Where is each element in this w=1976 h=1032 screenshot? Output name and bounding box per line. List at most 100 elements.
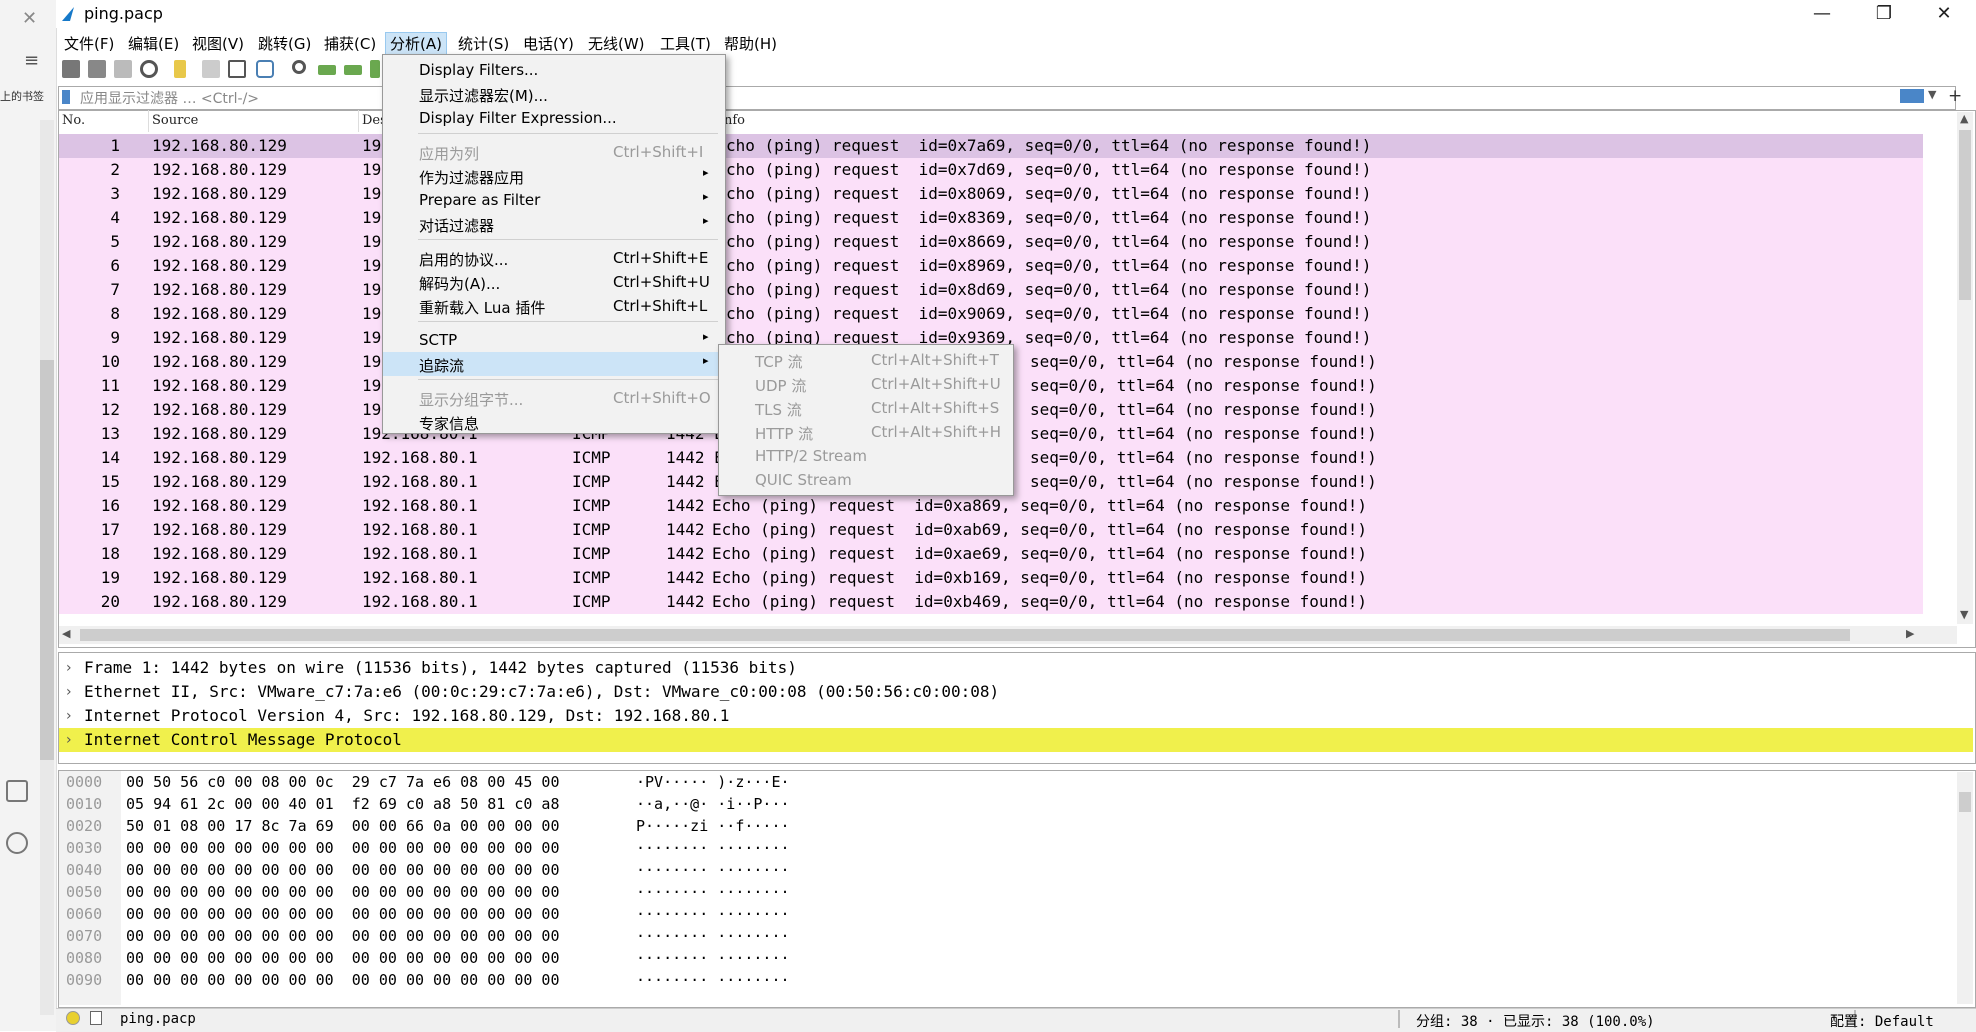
menu-item-prepare-as-filter[interactable]: Prepare as Filter ▸: [383, 188, 723, 212]
open-file-icon[interactable]: [174, 60, 186, 78]
bytes-hex[interactable]: 00 00 00 00 00 00 00 00 00 00 00 00 00 0…: [126, 905, 559, 923]
expand-chevron-icon[interactable]: ›: [66, 708, 72, 724]
close-icon[interactable]: ✕: [22, 8, 37, 29]
scroll-left-icon[interactable]: ◀: [62, 627, 70, 640]
restart-capture-icon[interactable]: [114, 60, 132, 78]
menu-item-filter-macros[interactable]: 显示过滤器宏(M)...: [383, 82, 723, 106]
menu-item-apply-as-filter[interactable]: 作为过滤器应用 ▸: [383, 164, 723, 188]
menu-item-conversation-filter[interactable]: 对话过滤器 ▸: [383, 212, 723, 236]
menu-item-apply-as-column[interactable]: 应用为列 Ctrl+Shift+I: [383, 140, 723, 164]
menu-tools[interactable]: 工具(T): [656, 33, 715, 55]
bytes-hex[interactable]: 00 00 00 00 00 00 00 00 00 00 00 00 00 0…: [126, 861, 559, 879]
add-filter-button-icon[interactable]: +: [1948, 86, 1962, 106]
submenu-item-udp-stream[interactable]: UDP 流 Ctrl+Alt+Shift+U: [719, 372, 1011, 396]
expand-chevron-icon[interactable]: ›: [66, 732, 72, 748]
menu-edit[interactable]: 编辑(E): [124, 33, 183, 55]
cell-no: 13: [100, 424, 120, 443]
bytes-vscroll-thumb[interactable]: [1959, 792, 1971, 812]
scroll-up-icon[interactable]: ▲: [1960, 112, 1968, 125]
start-capture-icon[interactable]: [62, 60, 80, 78]
bytes-hex[interactable]: 00 00 00 00 00 00 00 00 00 00 00 00 00 0…: [126, 883, 559, 901]
expand-chevron-icon[interactable]: ›: [66, 660, 72, 676]
status-profile[interactable]: 配置: Default: [1830, 1011, 1934, 1031]
scroll-down-icon[interactable]: ▼: [1960, 608, 1968, 621]
scroll-right-icon[interactable]: ▶: [1906, 627, 1914, 640]
capture-comment-icon[interactable]: [90, 1011, 102, 1025]
menu-icon[interactable]: ≡: [24, 50, 39, 71]
cell-protocol: ICMP: [572, 496, 611, 515]
menu-analyze[interactable]: 分析(A): [385, 32, 447, 56]
bytes-hex[interactable]: 05 94 61 2c 00 00 40 01 f2 69 c0 a8 50 8…: [126, 795, 559, 813]
detail-tree-label: Internet Protocol Version 4, Src: 192.16…: [84, 706, 730, 725]
left-scrollbar-thumb[interactable]: [40, 360, 54, 760]
column-header-info[interactable]: nfo: [724, 113, 745, 128]
reload-icon[interactable]: [256, 60, 274, 78]
menu-help[interactable]: 帮助(H): [720, 33, 781, 55]
menu-item-expert-info[interactable]: 专家信息: [383, 410, 723, 434]
expand-chevron-icon[interactable]: ›: [66, 684, 72, 700]
submenu-item-quic-stream[interactable]: QUIC Stream: [719, 468, 1011, 492]
menu-item-enabled-protocols[interactable]: 启用的协议... Ctrl+Shift+E: [383, 246, 723, 270]
menu-item-display-filters[interactable]: Display Filters...: [383, 58, 723, 82]
column-header-no[interactable]: No.: [62, 113, 85, 128]
find-packet-icon[interactable]: [292, 60, 306, 74]
qr-code-icon[interactable]: [6, 780, 28, 802]
bytes-ascii[interactable]: ········ ········: [636, 839, 790, 857]
menu-wireless[interactable]: 无线(W): [584, 33, 649, 55]
go-to-packet-icon[interactable]: [370, 60, 380, 78]
submenu-item-tls-stream[interactable]: TLS 流 Ctrl+Alt+Shift+S: [719, 396, 1011, 420]
bytes-hex[interactable]: 00 00 00 00 00 00 00 00 00 00 00 00 00 0…: [126, 949, 559, 967]
bookmark-filter-icon[interactable]: [62, 90, 70, 104]
bytes-ascii[interactable]: ········ ········: [636, 905, 790, 923]
submenu-item-label: HTTP 流: [755, 425, 814, 443]
filter-dropdown-icon[interactable]: ▼: [1928, 88, 1936, 101]
headset-icon[interactable]: [6, 832, 28, 854]
cell-source: 192.168.80.129: [152, 496, 287, 515]
menu-item-show-packet-bytes[interactable]: 显示分组字节... Ctrl+Shift+O: [383, 386, 723, 410]
bytes-hex[interactable]: 00 50 56 c0 00 08 00 0c 29 c7 7a e6 08 0…: [126, 773, 559, 791]
menu-capture[interactable]: 捕获(C): [320, 33, 380, 55]
minimize-button[interactable]: —: [1802, 2, 1842, 26]
bytes-ascii[interactable]: ········ ········: [636, 861, 790, 879]
bytes-hex[interactable]: 00 00 00 00 00 00 00 00 00 00 00 00 00 0…: [126, 927, 559, 945]
bytes-ascii[interactable]: ········ ········: [636, 883, 790, 901]
menu-item-decode-as[interactable]: 解码为(A)... Ctrl+Shift+U: [383, 270, 723, 294]
submenu-item-shortcut: Ctrl+Alt+Shift+U: [871, 375, 1001, 393]
submenu-arrow-icon: ▸: [703, 166, 709, 179]
menu-item-sctp[interactable]: SCTP ▸: [383, 328, 723, 352]
submenu-item-http2-stream[interactable]: HTTP/2 Stream: [719, 444, 1011, 468]
close-button[interactable]: ✕: [1924, 2, 1964, 26]
expert-info-indicator-icon[interactable]: [66, 1011, 80, 1025]
submenu-item-http-stream[interactable]: HTTP 流 Ctrl+Alt+Shift+H: [719, 420, 1011, 444]
submenu-item-tcp-stream[interactable]: TCP 流 Ctrl+Alt+Shift+T: [719, 348, 1011, 372]
close-file-icon[interactable]: [228, 60, 246, 78]
column-header-source[interactable]: Source: [152, 113, 198, 128]
bytes-ascii[interactable]: ·PV····· )·z···E·: [636, 773, 790, 791]
menu-item-reload-lua[interactable]: 重新载入 Lua 插件 Ctrl+Shift+L: [383, 294, 723, 318]
menu-telephony[interactable]: 电话(Y): [519, 33, 578, 55]
bytes-hex[interactable]: 50 01 08 00 17 8c 7a 69 00 00 66 0a 00 0…: [126, 817, 559, 835]
menu-go[interactable]: 跳转(G): [254, 33, 315, 55]
capture-options-icon[interactable]: [140, 60, 158, 78]
bytes-ascii[interactable]: ········ ········: [636, 971, 790, 989]
menu-file[interactable]: 文件(F): [60, 33, 118, 55]
apply-filter-arrow-icon[interactable]: [1900, 89, 1924, 103]
bytes-hex[interactable]: 00 00 00 00 00 00 00 00 00 00 00 00 00 0…: [126, 971, 559, 989]
menu-view[interactable]: 视图(V): [188, 33, 248, 55]
menu-statistics[interactable]: 统计(S): [454, 33, 513, 55]
menu-item-follow-stream[interactable]: 追踪流 ▸: [383, 352, 723, 376]
stop-capture-icon[interactable]: [88, 60, 106, 78]
display-filter-input[interactable]: [58, 86, 1956, 110]
bytes-ascii[interactable]: P·····zi ··f·····: [636, 817, 790, 835]
bytes-hex[interactable]: 00 00 00 00 00 00 00 00 00 00 00 00 00 0…: [126, 839, 559, 857]
bytes-ascii[interactable]: ··a,··@· ·i··P···: [636, 795, 790, 813]
go-back-icon[interactable]: [318, 65, 336, 75]
menu-item-filter-expression[interactable]: Display Filter Expression...: [383, 106, 723, 130]
bytes-ascii[interactable]: ········ ········: [636, 927, 790, 945]
bytes-ascii[interactable]: ········ ········: [636, 949, 790, 967]
maximize-button[interactable]: ❐: [1864, 2, 1904, 26]
packet-list-hscroll-thumb[interactable]: [80, 629, 1850, 641]
packet-list-vscroll-thumb[interactable]: [1959, 130, 1971, 300]
go-forward-icon[interactable]: [344, 65, 362, 75]
save-file-icon[interactable]: [202, 60, 220, 78]
